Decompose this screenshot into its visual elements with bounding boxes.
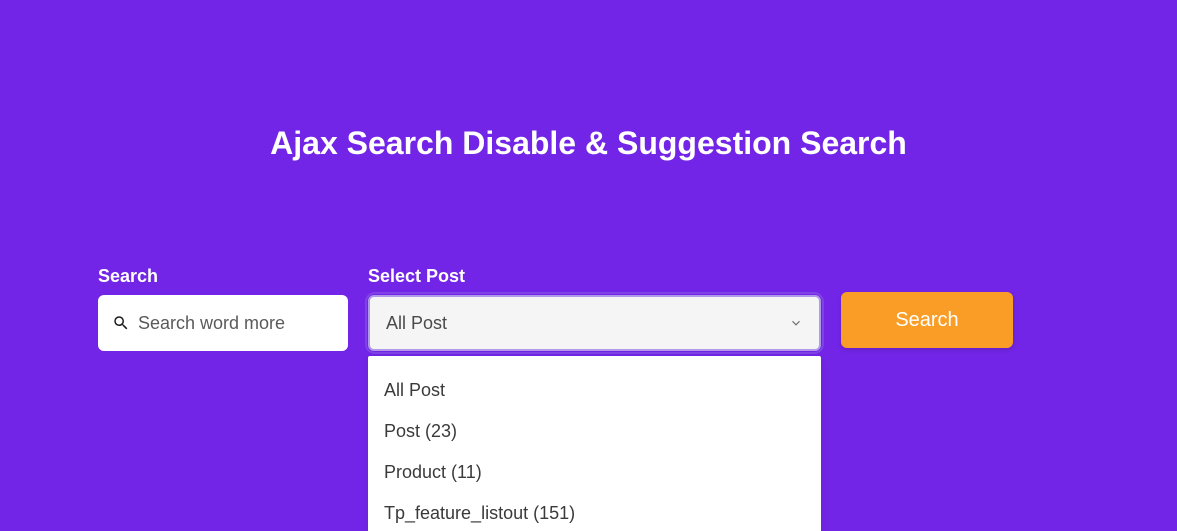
select-option[interactable]: Post (23) [368, 411, 821, 452]
select-column: Select Post All Post All Post Post (23) … [368, 266, 821, 351]
select-option[interactable]: Product (11) [368, 452, 821, 493]
chevron-down-icon [789, 316, 803, 330]
search-label: Search [98, 266, 348, 287]
search-form-row: Search Select Post All Post All Post Pos… [98, 266, 1079, 351]
search-icon [112, 314, 130, 332]
select-option[interactable]: Tp_feature_listout (151) [368, 493, 821, 531]
button-column: Search [841, 266, 1013, 348]
select-value: All Post [386, 313, 447, 334]
search-column: Search [98, 266, 348, 351]
search-input[interactable] [138, 295, 370, 351]
page-title: Ajax Search Disable & Suggestion Search [98, 125, 1079, 162]
select-dropdown: All Post Post (23) Product (11) Tp_featu… [368, 356, 821, 531]
search-button[interactable]: Search [841, 292, 1013, 348]
select-label: Select Post [368, 266, 821, 287]
select-option[interactable]: All Post [368, 370, 821, 411]
post-type-select[interactable]: All Post [368, 295, 821, 351]
search-box[interactable] [98, 295, 348, 351]
